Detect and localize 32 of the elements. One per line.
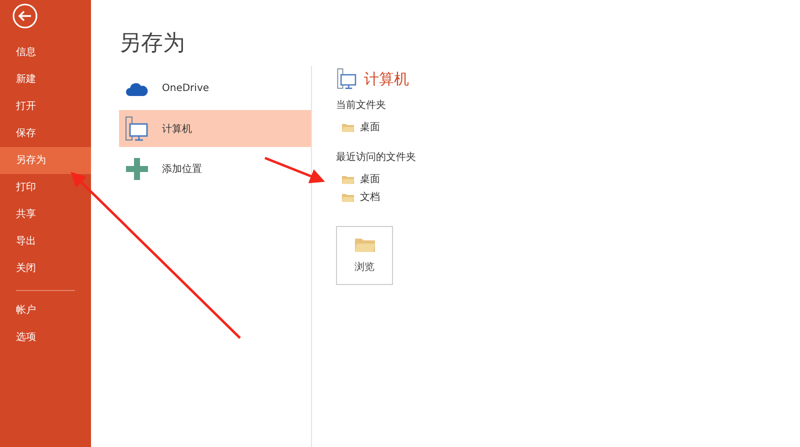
annotation-arrow [264,156,325,184]
computer-icon [336,68,358,90]
menu-item[interactable]: 保存 [0,120,91,147]
menu-item[interactable]: 选项 [0,324,91,351]
section-heading: 计算机 [364,70,409,88]
plus-icon [124,158,150,180]
menu-item[interactable]: 打印 [0,174,91,201]
menu-item[interactable]: 导出 [0,228,91,255]
menu-item[interactable]: 另存为 [0,147,91,174]
folder-icon [342,122,354,132]
browse-button[interactable]: 浏览 [336,226,393,285]
folder-item[interactable]: 桌面 [336,118,386,136]
menu-item[interactable]: 新建 [0,66,91,93]
menu-item[interactable]: 帐户 [0,297,91,324]
menu-item[interactable]: 关闭 [0,255,91,282]
folder-item[interactable]: 桌面 [336,170,416,188]
back-icon[interactable] [12,3,38,29]
menu-item[interactable]: 共享 [0,201,91,228]
menu-item[interactable]: 信息 [0,39,91,66]
folder-icon [342,192,354,202]
computer-icon [124,116,150,142]
place-item[interactable]: OneDrive [119,70,311,107]
folder-icon [342,174,354,184]
menu-item[interactable]: 打开 [0,93,91,120]
section-label: 当前文件夹 [336,98,386,112]
folder-icon [354,237,374,252]
section-label: 最近访问的文件夹 [336,150,416,164]
cloud-icon [124,80,150,96]
place-item[interactable]: 计算机 [119,110,311,147]
place-item[interactable]: 添加位置 [119,150,311,187]
folder-item[interactable]: 文档 [336,188,416,206]
page-title: 另存为 [119,30,186,58]
